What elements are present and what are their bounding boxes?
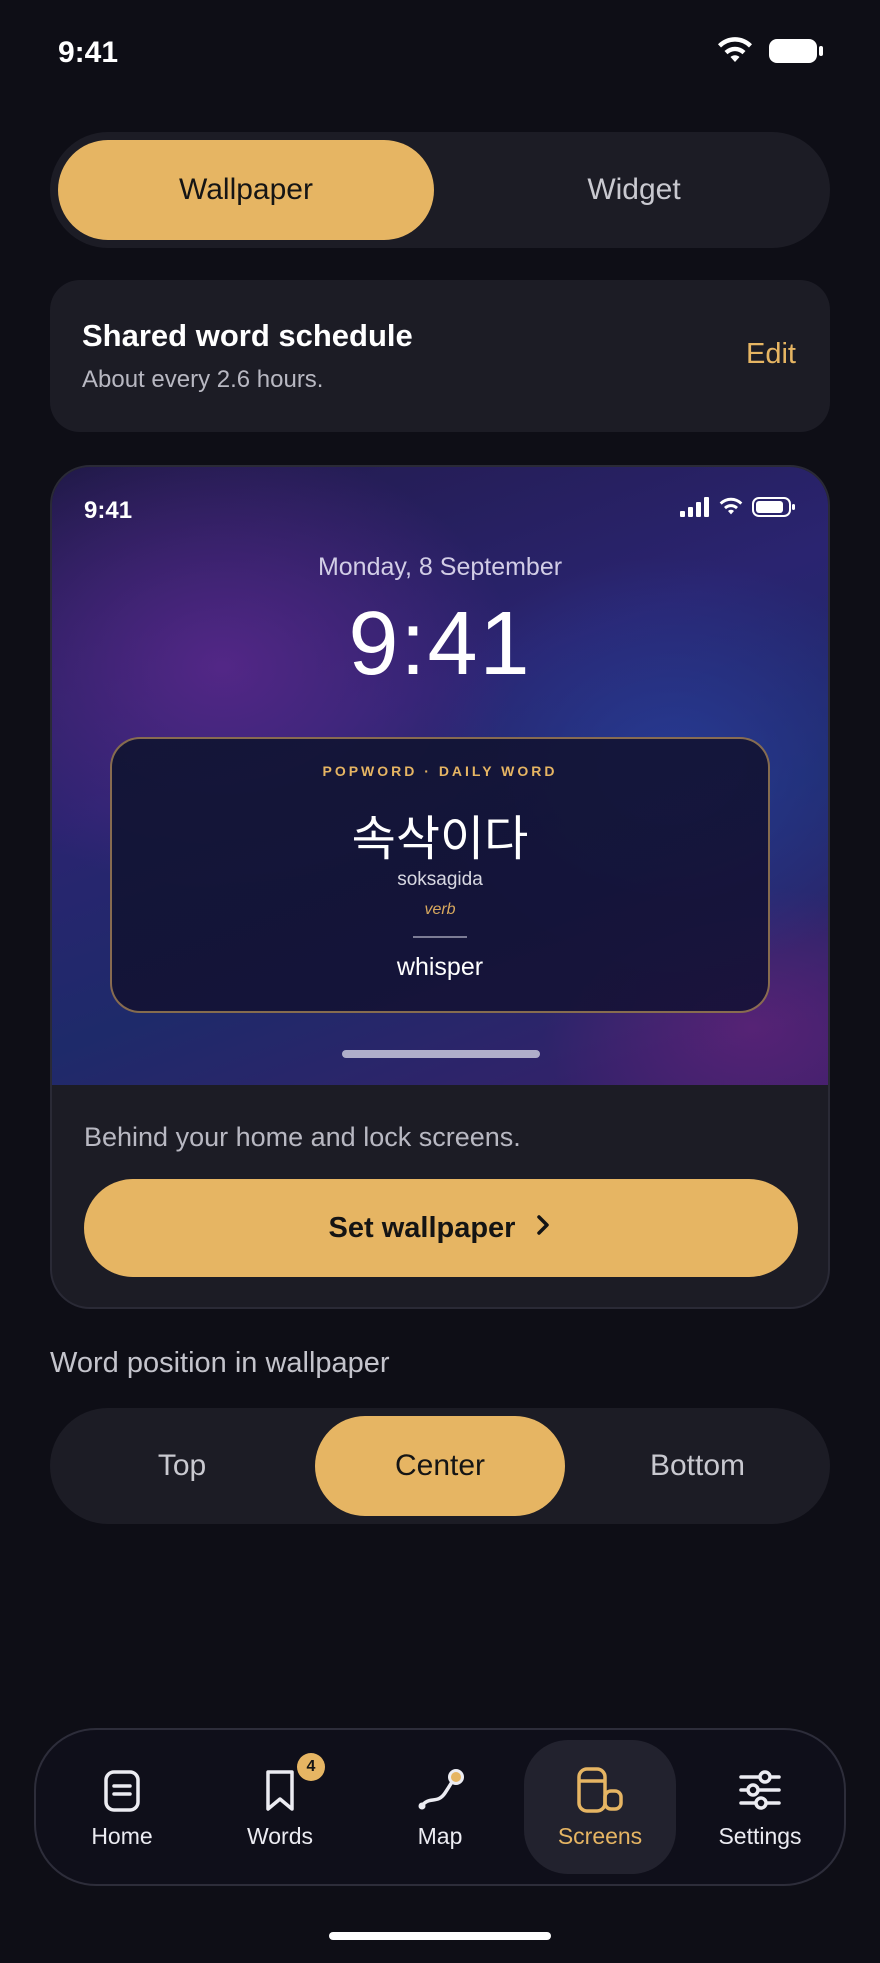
preview-date: Monday, 8 September bbox=[317, 553, 563, 581]
tab-words[interactable]: 4 Words bbox=[204, 1740, 356, 1874]
tab-screens[interactable]: Screens bbox=[524, 1740, 676, 1874]
signal-icon bbox=[680, 497, 710, 522]
tab-settings-label: Settings bbox=[718, 1822, 802, 1849]
position-center-option[interactable]: Center bbox=[315, 1416, 565, 1516]
tab-map[interactable]: Map bbox=[364, 1740, 516, 1874]
status-time: 9:41 bbox=[58, 36, 119, 69]
edit-schedule-button[interactable]: Edit bbox=[746, 338, 796, 371]
schedule-title: Shared word schedule bbox=[82, 318, 413, 353]
position-bottom-option[interactable]: Bottom bbox=[620, 1416, 775, 1516]
bookmark-icon: 4 bbox=[255, 1752, 325, 1815]
preview-status-time: 9:41 bbox=[84, 497, 133, 524]
preview-clock: 9:41 bbox=[348, 594, 532, 694]
word-card-part-of-speech: verb bbox=[424, 901, 456, 918]
home-indicator bbox=[329, 1932, 551, 1940]
tab-settings[interactable]: Settings bbox=[684, 1740, 836, 1874]
chevron-right-icon bbox=[533, 1212, 553, 1245]
screens-page: 9:41 Wallpaper Widget Shared word schedu… bbox=[0, 0, 880, 1963]
status-bar: 9:41 bbox=[0, 0, 880, 100]
widget-tab[interactable]: Widget bbox=[446, 140, 822, 240]
preview-battery-icon bbox=[752, 497, 796, 522]
document-icon bbox=[97, 1765, 147, 1815]
tab-map-label: Map bbox=[417, 1822, 463, 1849]
tab-bar: Home 4 Words Map Screens Settings bbox=[34, 1728, 846, 1886]
word-card-meaning: whisper bbox=[396, 953, 484, 981]
schedule-subtitle: About every 2.6 hours. bbox=[82, 366, 324, 393]
word-position-label: Word position in wallpaper bbox=[50, 1347, 390, 1379]
wallpaper-tab[interactable]: Wallpaper bbox=[58, 140, 434, 240]
tab-home[interactable]: Home bbox=[46, 1740, 198, 1874]
preview-description: Behind your home and lock screens. bbox=[84, 1122, 521, 1152]
mode-toggle: Wallpaper Widget bbox=[50, 132, 830, 248]
words-badge: 4 bbox=[297, 1752, 325, 1781]
sliders-icon bbox=[735, 1765, 785, 1815]
devices-icon bbox=[575, 1765, 625, 1815]
set-wallpaper-label: Set wallpaper bbox=[328, 1211, 516, 1244]
preview-wifi-icon bbox=[718, 497, 744, 522]
wallpaper-preview-card: 9:41 Monday, 8 September 9:41 POPWORD · … bbox=[50, 465, 830, 1309]
position-top-option[interactable]: Top bbox=[107, 1416, 257, 1516]
word-card-divider bbox=[413, 936, 467, 938]
tab-words-label: Words bbox=[246, 1822, 314, 1849]
word-card-brand: POPWORD · DAILY WORD bbox=[322, 763, 558, 779]
wifi-icon bbox=[716, 36, 754, 71]
preview-home-indicator bbox=[342, 1050, 540, 1058]
word-card-romanization: soksagida bbox=[397, 869, 483, 890]
set-wallpaper-button[interactable]: Set wallpaper bbox=[84, 1179, 798, 1277]
battery-icon bbox=[768, 37, 824, 70]
status-icons bbox=[716, 36, 824, 71]
path-icon bbox=[415, 1765, 465, 1815]
tab-screens-label: Screens bbox=[557, 1822, 643, 1849]
preview-status-icons bbox=[680, 497, 796, 522]
word-card: POPWORD · DAILY WORD 속삭이다 soksagida verb… bbox=[110, 737, 770, 1013]
schedule-card: Shared word schedule About every 2.6 hou… bbox=[50, 280, 830, 432]
word-position-toggle: Top Center Bottom bbox=[50, 1408, 830, 1524]
tab-home-label: Home bbox=[91, 1822, 153, 1849]
word-card-word: 속삭이다 bbox=[351, 813, 529, 866]
wallpaper-preview: 9:41 Monday, 8 September 9:41 POPWORD · … bbox=[52, 467, 828, 1085]
